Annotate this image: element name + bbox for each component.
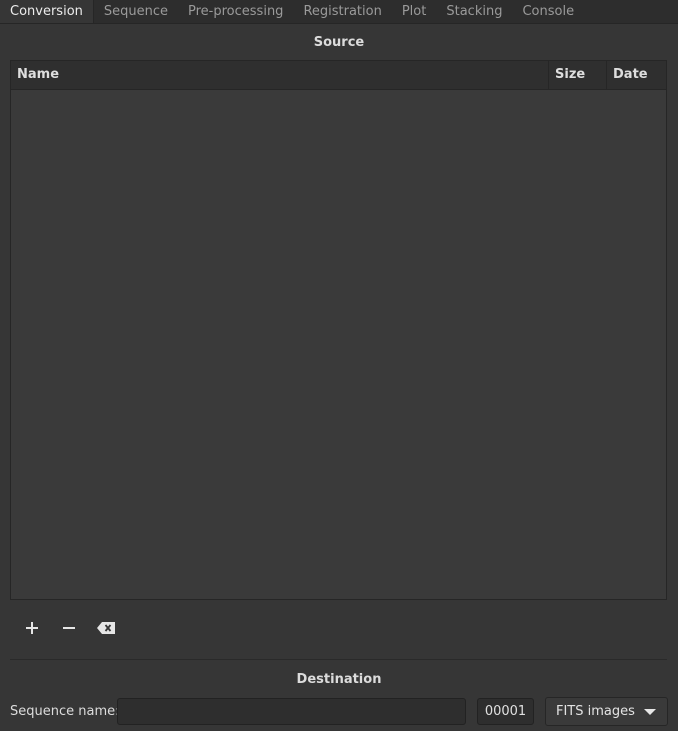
tab-registration[interactable]: Registration xyxy=(293,0,391,23)
file-list-body[interactable] xyxy=(11,90,666,599)
sequence-name-input[interactable] xyxy=(117,698,466,725)
plus-icon xyxy=(26,622,38,634)
tab-stacking[interactable]: Stacking xyxy=(436,0,512,23)
source-file-list[interactable]: Name Size Date xyxy=(10,60,667,600)
start-index-input[interactable] xyxy=(477,698,534,725)
tab-conversion[interactable]: Conversion xyxy=(0,0,94,23)
remove-files-button[interactable] xyxy=(56,616,82,640)
add-files-button[interactable] xyxy=(19,616,45,640)
conversion-panel: Conversion Sequence Pre-processing Regis… xyxy=(0,0,678,731)
backspace-clear-icon xyxy=(97,622,115,634)
sequence-name-label: Sequence name: xyxy=(10,704,120,719)
section-divider xyxy=(10,659,667,660)
tab-pre-processing[interactable]: Pre-processing xyxy=(178,0,293,23)
tab-plot[interactable]: Plot xyxy=(392,0,437,23)
output-format-dropdown[interactable]: FITS images xyxy=(545,697,668,726)
source-title: Source xyxy=(313,35,365,50)
column-header-date[interactable]: Date xyxy=(607,61,668,89)
tab-bar: Conversion Sequence Pre-processing Regis… xyxy=(0,0,678,24)
output-format-selected: FITS images xyxy=(556,704,635,719)
clear-list-button[interactable] xyxy=(93,616,119,640)
column-header-size[interactable]: Size xyxy=(549,61,607,89)
minus-icon xyxy=(63,627,75,629)
destination-title: Destination xyxy=(296,672,382,687)
tab-console[interactable]: Console xyxy=(512,0,584,23)
tab-sequence[interactable]: Sequence xyxy=(94,0,178,23)
file-list-header: Name Size Date xyxy=(11,61,666,90)
column-header-name[interactable]: Name xyxy=(11,61,549,89)
chevron-down-icon xyxy=(644,709,656,715)
